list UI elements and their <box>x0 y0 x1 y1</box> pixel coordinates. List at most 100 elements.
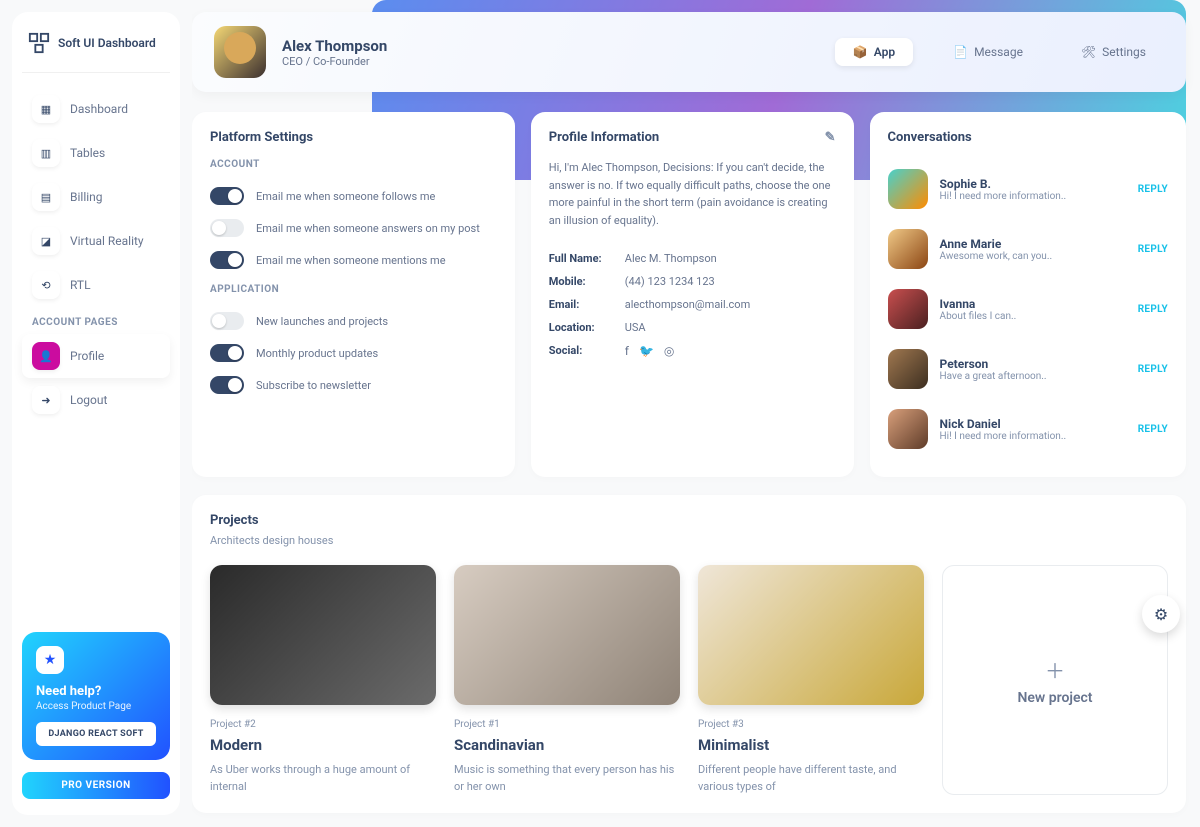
reply-button[interactable]: REPLY <box>1138 364 1168 375</box>
profile-header: Alex Thompson CEO / Co-Founder 📦 App 📄 M… <box>192 12 1186 92</box>
tab-icon: 🛠 <box>1081 45 1096 59</box>
brand-label: Soft UI Dashboard <box>58 36 156 50</box>
card-title: Projects <box>210 513 1168 528</box>
user-name: Alex Thompson <box>282 37 387 55</box>
reply-button[interactable]: REPLY <box>1138 304 1168 315</box>
project-card: Project #1 Scandinavian Music is somethi… <box>454 565 680 795</box>
toggle[interactable] <box>210 251 244 269</box>
section-application: Application <box>210 284 497 295</box>
projects-sub: Architects design houses <box>210 534 1168 547</box>
tab-label: Message <box>974 45 1023 59</box>
conv-message: Hi! I need more information.. <box>940 191 1126 202</box>
sidebar-item-tables[interactable]: ▥ Tables <box>22 131 170 175</box>
project-image[interactable] <box>210 565 436 705</box>
profile-description: Hi, I'm Alec Thompson, Decisions: If you… <box>549 159 836 229</box>
tab-label: App <box>874 45 895 59</box>
twitter-icon[interactable]: 🐦 <box>639 344 654 358</box>
tab-settings[interactable]: 🛠 Settings <box>1063 38 1164 66</box>
info-row: Location: USA <box>549 316 836 339</box>
conv-message: Have a great afternoon.. <box>940 371 1126 382</box>
header-tabs: 📦 App 📄 Message 🛠 Settings <box>835 38 1164 66</box>
conv-name: Ivanna <box>940 297 1126 311</box>
reply-button[interactable]: REPLY <box>1138 424 1168 435</box>
project-image[interactable] <box>698 565 924 705</box>
help-card: ★ Need help? Access Product Page DJANGO … <box>22 632 170 760</box>
sidebar: Soft UI Dashboard ▦ Dashboard ▥ Tables ▤… <box>12 12 180 815</box>
setting-row: Email me when someone mentions me <box>210 244 497 276</box>
sidebar-item-billing[interactable]: ▤ Billing <box>22 175 170 219</box>
setting-row: Subscribe to newsletter <box>210 369 497 401</box>
help-title: Need help? <box>36 684 156 699</box>
info-key: Full Name: <box>549 252 625 265</box>
card-title: Conversations <box>888 130 1168 145</box>
social-label: Social: <box>549 344 625 358</box>
project-card: Project #3 Minimalist Different people h… <box>698 565 924 795</box>
project-image[interactable] <box>454 565 680 705</box>
brand[interactable]: Soft UI Dashboard <box>22 28 170 73</box>
toggle[interactable] <box>210 219 244 237</box>
nav-icon: 👤 <box>32 342 60 370</box>
pro-version-button[interactable]: PRO VERSION <box>22 772 170 799</box>
toggle[interactable] <box>210 376 244 394</box>
setting-label: Email me when someone follows me <box>256 190 435 203</box>
project-tag: Project #3 <box>698 719 924 730</box>
gear-icon: ⚙ <box>1154 605 1168 624</box>
info-row: Full Name: Alec M. Thompson <box>549 247 836 270</box>
toggle[interactable] <box>210 312 244 330</box>
conversation-row: Sophie B. Hi! I need more information.. … <box>888 159 1168 219</box>
nav-label: RTL <box>70 278 91 292</box>
project-title: Minimalist <box>698 736 924 754</box>
avatar <box>214 26 266 78</box>
tab-label: Settings <box>1102 45 1146 59</box>
tab-message[interactable]: 📄 Message <box>935 38 1041 66</box>
setting-label: Monthly product updates <box>256 347 378 360</box>
setting-label: Email me when someone mentions me <box>256 254 446 267</box>
avatar <box>888 229 928 269</box>
nav-label: Profile <box>70 349 104 363</box>
nav-label: Billing <box>70 190 103 204</box>
info-value: USA <box>625 321 646 334</box>
toggle[interactable] <box>210 344 244 362</box>
toggle[interactable] <box>210 187 244 205</box>
settings-fab[interactable]: ⚙ <box>1142 595 1180 633</box>
tab-app[interactable]: 📦 App <box>835 38 913 66</box>
tab-icon: 📦 <box>853 45 868 59</box>
conv-name: Peterson <box>940 357 1126 371</box>
info-key: Email: <box>549 298 625 311</box>
instagram-icon[interactable]: ◎ <box>664 344 674 358</box>
sidebar-item-profile[interactable]: 👤 Profile <box>22 334 170 378</box>
sidebar-item-virtual-reality[interactable]: ◪ Virtual Reality <box>22 219 170 263</box>
info-key: Mobile: <box>549 275 625 288</box>
help-button[interactable]: DJANGO REACT SOFT <box>36 722 156 746</box>
nav-label: Tables <box>70 146 105 160</box>
card-title: Profile Information✎ <box>549 130 836 145</box>
new-project-button[interactable]: ＋ New project <box>942 565 1168 795</box>
conv-name: Sophie B. <box>940 177 1126 191</box>
project-tag: Project #1 <box>454 719 680 730</box>
nav-icon: ▤ <box>32 183 60 211</box>
project-card: Project #2 Modern As Uber works through … <box>210 565 436 795</box>
new-project-label: New project <box>1017 690 1092 706</box>
nav-icon: ▥ <box>32 139 60 167</box>
sidebar-item-dashboard[interactable]: ▦ Dashboard <box>22 87 170 131</box>
reply-button[interactable]: REPLY <box>1138 184 1168 195</box>
facebook-icon[interactable]: f <box>625 344 629 358</box>
info-value: alecthompson@mail.com <box>625 298 750 311</box>
sidebar-item-rtl[interactable]: ⟲ RTL <box>22 263 170 307</box>
info-row: Mobile: (44) 123 1234 123 <box>549 270 836 293</box>
project-description: As Uber works through a huge amount of i… <box>210 762 436 795</box>
user-role: CEO / Co-Founder <box>282 55 387 68</box>
project-title: Scandinavian <box>454 736 680 754</box>
nav-label: Virtual Reality <box>70 234 144 248</box>
conversation-row: Ivanna About files I can.. REPLY <box>888 279 1168 339</box>
projects-card: Projects Architects design houses Projec… <box>192 495 1186 813</box>
reply-button[interactable]: REPLY <box>1138 244 1168 255</box>
help-sub: Access Product Page <box>36 701 156 712</box>
platform-settings-card: Platform Settings Account Email me when … <box>192 112 515 477</box>
edit-icon[interactable]: ✎ <box>825 130 836 145</box>
conv-message: Hi! I need more information.. <box>940 431 1126 442</box>
avatar <box>888 349 928 389</box>
nav-icon: ◪ <box>32 227 60 255</box>
info-value: (44) 123 1234 123 <box>625 275 715 288</box>
sidebar-item-logout[interactable]: ➜ Logout <box>22 378 170 422</box>
